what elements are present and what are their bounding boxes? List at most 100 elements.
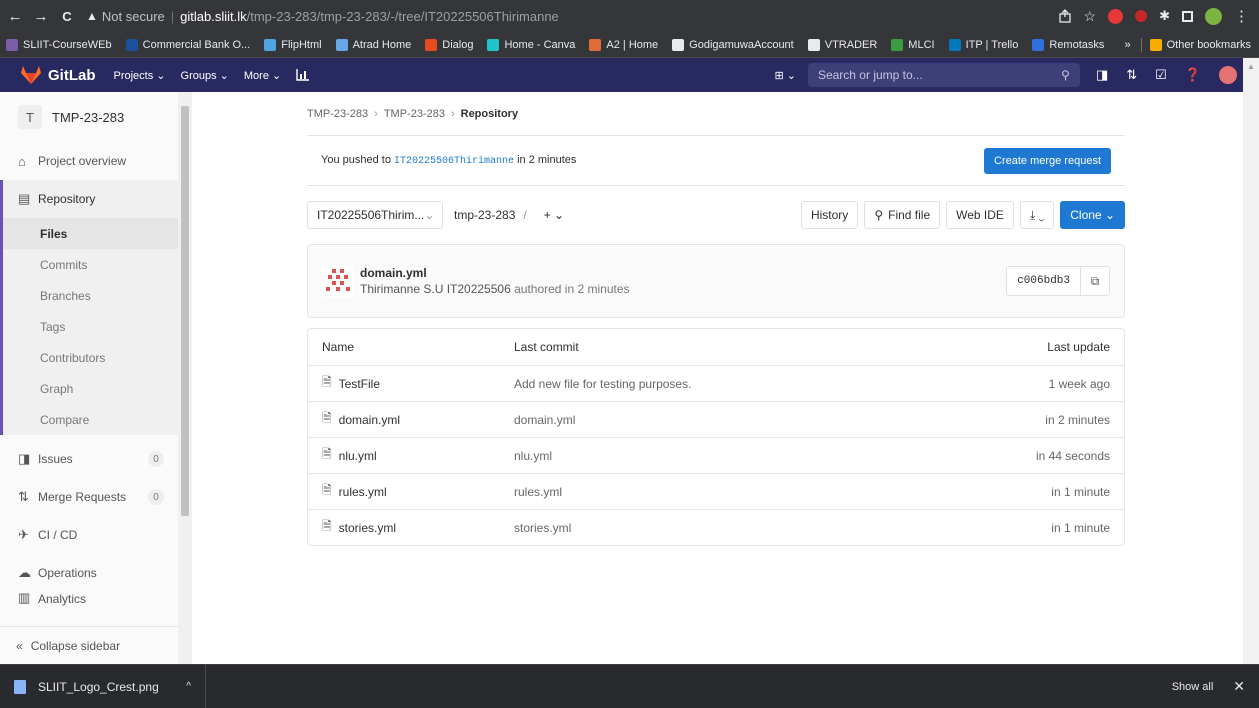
table-row[interactable]: 🗎 rules.yml rules.yml in 1 minute — [308, 473, 1124, 509]
bookmark-item[interactable]: Home - Canva — [487, 38, 575, 51]
forward-icon[interactable]: → — [30, 8, 52, 25]
sidebar-item-analytics[interactable]: ▥ Analytics — [0, 592, 178, 606]
projects-menu[interactable]: Projects ⌄ — [114, 69, 166, 82]
find-file-button[interactable]: ⚲ Find file — [864, 201, 941, 229]
breadcrumb-current[interactable]: Repository — [461, 108, 518, 120]
branch-selector[interactable]: IT20225506Thirim... ⌄ — [307, 201, 443, 229]
show-all-button[interactable]: Show all — [1172, 681, 1214, 693]
sidebar-scrollbar[interactable] — [178, 92, 192, 664]
puzzle-icon[interactable]: ✱ — [1159, 8, 1170, 24]
bookmark-item[interactable]: FlipHtml — [264, 38, 322, 51]
sidebar-item-operations[interactable]: ☁ Operations — [0, 554, 178, 592]
table-row[interactable]: 🗎 domain.yml domain.yml in 2 minutes — [308, 401, 1124, 437]
create-merge-request-button[interactable]: Create merge request — [984, 147, 1111, 174]
bookmark-item[interactable]: Remotasks — [1032, 38, 1104, 51]
breadcrumb-group[interactable]: TMP-23-283 — [307, 108, 368, 120]
file-link[interactable]: rules.yml — [339, 485, 387, 499]
clone-dropdown[interactable]: Clone ⌄ — [1060, 201, 1125, 229]
sidebar-sub-tags[interactable]: Tags — [3, 311, 178, 342]
bookmark-item[interactable]: ITP | Trello — [948, 38, 1018, 51]
bookmark-item[interactable]: SLIIT-CourseWEb — [6, 38, 112, 51]
share-icon[interactable] — [1058, 9, 1072, 23]
sidebar-sub-contributors[interactable]: Contributors — [3, 342, 178, 373]
more-menu[interactable]: More ⌄ — [244, 69, 281, 82]
file-link[interactable]: TestFile — [339, 377, 380, 391]
sidebar-scroll-thumb[interactable] — [181, 106, 189, 516]
help-icon[interactable]: ❓ — [1185, 67, 1201, 83]
bookmark-item[interactable]: Commercial Bank O... — [125, 38, 250, 51]
file-last-commit[interactable]: domain.yml — [514, 413, 974, 427]
sidebar-item-merge-requests[interactable]: ⇅ Merge Requests 0 — [0, 478, 178, 516]
history-button[interactable]: History — [800, 201, 859, 229]
commit-title[interactable]: domain.yml — [360, 266, 630, 280]
browser-menu-icon[interactable]: ⋮ — [1234, 7, 1249, 25]
star-icon[interactable]: ☆ — [1084, 8, 1097, 25]
copy-icon[interactable]: ⧉ — [1081, 267, 1109, 295]
more-bookmarks-icon[interactable]: » — [1125, 39, 1131, 51]
sidebar-item-repository[interactable]: ▤ Repository — [0, 180, 178, 218]
sidebar-sub-files[interactable]: Files — [3, 218, 178, 249]
caret-up-icon[interactable]: ^ — [186, 681, 191, 692]
close-icon[interactable]: ✕ — [1233, 678, 1245, 695]
bookmark-item[interactable]: A2 | Home — [589, 38, 658, 51]
bookmark-item[interactable]: VTRADER — [807, 38, 877, 51]
sidebar-item-issues[interactable]: ◨ Issues 0 — [0, 440, 178, 478]
file-last-commit[interactable]: nlu.yml — [514, 449, 974, 463]
scroll-up-icon[interactable]: ▲ — [1243, 62, 1259, 71]
bookmark-item[interactable]: Dialog — [425, 38, 473, 51]
sidebar-item-overview[interactable]: ⌂ Project overview — [0, 142, 178, 180]
extension-dark-icon[interactable] — [1135, 10, 1148, 22]
profile-icon[interactable] — [1205, 7, 1222, 25]
web-ide-button[interactable]: Web IDE — [946, 201, 1014, 229]
push-branch-link[interactable]: IT20225506Thirimanne — [394, 156, 514, 167]
extension-red-icon[interactable] — [1108, 8, 1124, 24]
download-dropdown[interactable]: ⤓ ⌄ — [1019, 201, 1055, 229]
file-link[interactable]: stories.yml — [339, 521, 396, 535]
window-icon[interactable] — [1182, 10, 1193, 22]
user-avatar[interactable] — [1219, 66, 1237, 84]
reload-icon[interactable]: C — [56, 9, 78, 24]
search-input[interactable]: Search or jump to... ⚲ — [807, 63, 1080, 87]
new-dropdown[interactable]: ⊞ ⌄ — [774, 69, 796, 82]
file-link[interactable]: nlu.yml — [339, 449, 377, 463]
file-last-commit[interactable]: stories.yml — [514, 521, 974, 535]
table-row[interactable]: 🗎 TestFile Add new file for testing purpos… — [308, 365, 1124, 401]
not-secure-label[interactable]: Not secure — [102, 9, 165, 24]
bookmark-item[interactable]: MLCI — [891, 38, 935, 51]
page-scrollbar[interactable]: ▲ — [1243, 58, 1259, 664]
other-bookmarks[interactable]: Other bookmarks — [1167, 39, 1251, 51]
warning-icon[interactable]: ▲ — [86, 9, 98, 23]
sidebar-sub-graph[interactable]: Graph — [3, 373, 178, 404]
bookmark-item[interactable]: GodigamuwaAccount — [672, 38, 794, 51]
activity-chart-icon[interactable] — [296, 69, 310, 81]
merge-request-icon[interactable]: ⇅ — [1126, 67, 1137, 83]
url-host[interactable]: gitlab.sliit.lk — [180, 9, 246, 24]
table-row[interactable]: 🗎 stories.yml stories.yml in 1 minute — [308, 509, 1124, 545]
table-row[interactable]: 🗎 nlu.yml nlu.yml in 44 seconds — [308, 437, 1124, 473]
commit-sha[interactable]: c006bdb3 — [1007, 267, 1081, 295]
file-link[interactable]: domain.yml — [339, 413, 400, 427]
sidebar-sub-commits[interactable]: Commits — [3, 249, 178, 280]
repo-path-link[interactable]: tmp-23-283 — [454, 208, 515, 222]
gitlab-logo[interactable]: GitLab — [20, 65, 96, 85]
groups-menu[interactable]: Groups ⌄ — [181, 69, 229, 82]
file-last-commit[interactable]: rules.yml — [514, 485, 974, 499]
sidebar-sub-compare[interactable]: Compare — [3, 404, 178, 435]
sidebar-item-cicd[interactable]: ✈ CI / CD — [0, 516, 178, 554]
download-item[interactable]: SLIIT_Logo_Crest.png ^ — [0, 664, 206, 708]
file-name-cell: 🗎 stories.yml — [308, 517, 514, 538]
back-icon[interactable]: ← — [4, 8, 26, 25]
sidebar-project-header[interactable]: T TMP-23-283 — [0, 92, 191, 142]
author-avatar[interactable] — [322, 265, 354, 297]
collapse-sidebar-button[interactable]: « Collapse sidebar — [0, 626, 178, 664]
todo-icon[interactable]: ☑ — [1155, 67, 1167, 83]
url-path[interactable]: /tmp-23-283/tmp-23-283/-/tree/IT20225506… — [247, 9, 559, 24]
sidebar-sub-branches[interactable]: Branches — [3, 280, 178, 311]
breadcrumb-project[interactable]: TMP-23-283 — [384, 108, 445, 120]
address-bar[interactable]: ▲ Not secure | gitlab.sliit.lk /tmp-23-2… — [86, 4, 1058, 28]
file-last-commit[interactable]: Add new file for testing purposes. — [514, 377, 974, 391]
issues-icon[interactable]: ◨ — [1096, 67, 1108, 83]
add-file-dropdown[interactable]: + ⌄ — [534, 201, 574, 229]
bookmark-item[interactable]: Atrad Home — [335, 38, 411, 51]
commit-author[interactable]: Thirimanne S.U IT20225506 — [360, 282, 511, 296]
